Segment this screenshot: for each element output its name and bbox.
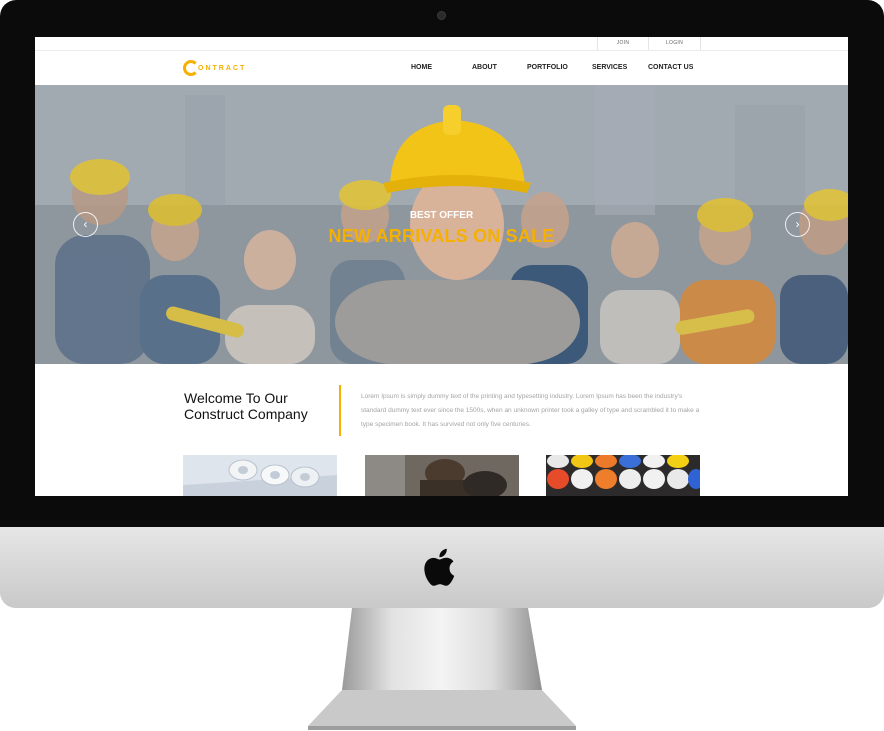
nav-about[interactable]: ABOUT [472,64,497,71]
nav-services[interactable]: SERVICES [592,64,627,71]
join-link[interactable]: JOIN [597,37,649,50]
chevron-left-icon: ‹ [83,217,88,231]
hero-subtitle: BEST OFFER [409,210,474,221]
brand-name: ONTRACT [198,65,247,72]
nav-contact-us[interactable]: CONTACT US [648,64,693,71]
top-utility-bar: JOIN LOGIN [35,37,848,51]
service-thumb-helmets[interactable] [546,455,700,496]
welcome-heading-line2: Construct Company [184,406,308,422]
logo-c-icon [183,60,199,76]
camera-icon [437,11,446,20]
nav-portfolio[interactable]: PORTFOLIO [527,64,568,71]
slider-next-button[interactable]: › [785,212,810,237]
nav-home[interactable]: HOME [411,64,432,71]
worker-image [365,455,519,496]
hero-slider: BEST OFFER NEW ARRIVALS ON SALE ‹ › [35,85,848,364]
service-thumb-worker[interactable] [365,455,519,496]
website-screen: JOIN LOGIN ONTRACT HOME ABOUT PORTFOLIO … [35,37,848,496]
welcome-body-text: Lorem Ipsum is simply dummy text of the … [361,393,700,428]
welcome-heading: Welcome To Our Construct Company [184,390,344,422]
brand-logo[interactable]: ONTRACT [183,58,263,78]
chevron-right-icon: › [795,217,800,231]
slider-prev-button[interactable]: ‹ [73,212,98,237]
welcome-divider [339,385,341,436]
site-header: ONTRACT HOME ABOUT PORTFOLIO SERVICES CO… [35,51,848,85]
helmets-image [546,455,700,496]
blueprints-image [183,455,337,496]
login-link[interactable]: LOGIN [648,37,701,50]
welcome-heading-line1: Welcome To Our [184,390,288,406]
hero-title: NEW ARRIVALS ON SALE [328,226,555,246]
apple-logo-icon [424,548,455,586]
hero-background-image [35,85,848,364]
service-thumb-blueprints[interactable] [183,455,337,496]
